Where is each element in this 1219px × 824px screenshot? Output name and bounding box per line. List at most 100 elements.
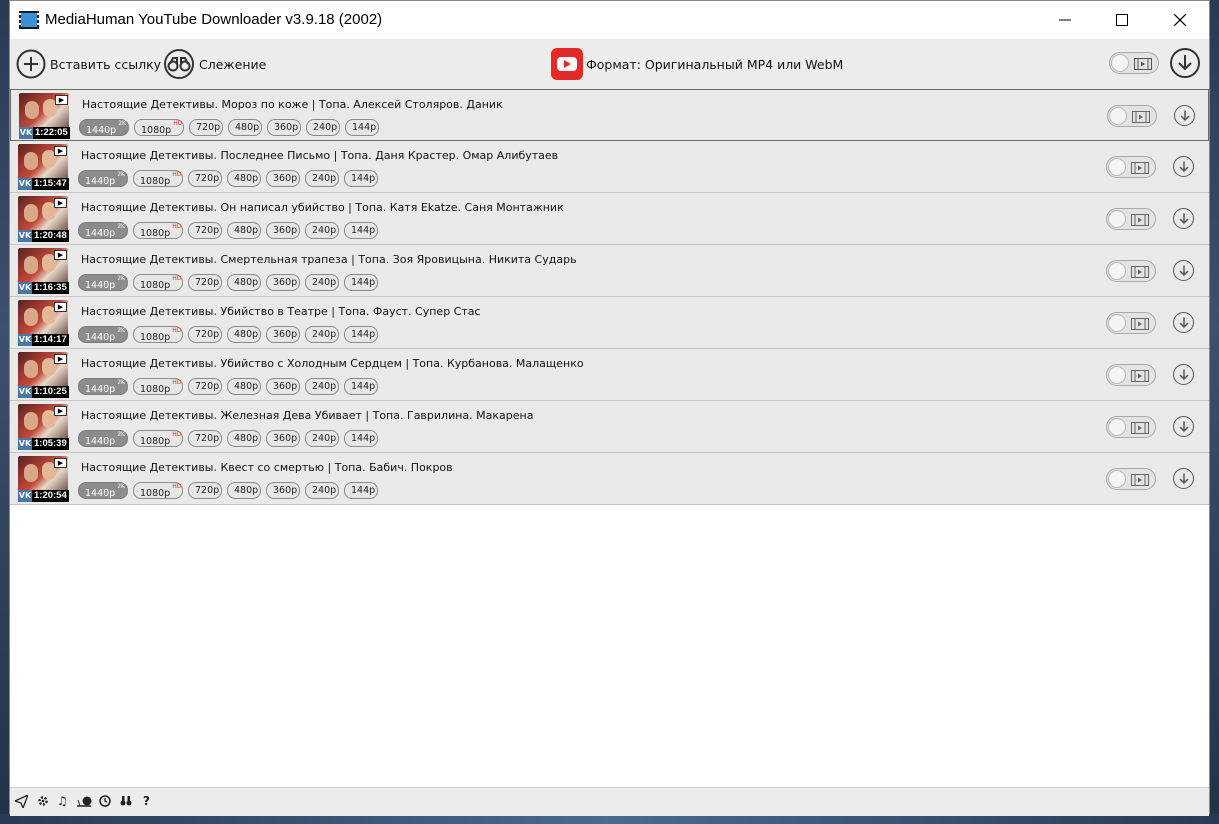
- quality-360p-chip[interactable]: 360p: [266, 274, 300, 291]
- quality-1080p-chip[interactable]: 1080pHD: [133, 430, 183, 447]
- quality-1440p-chip[interactable]: 1440p2K: [78, 274, 128, 291]
- quality-360p-chip[interactable]: 360p: [267, 119, 301, 136]
- video-toggle[interactable]: [1106, 312, 1156, 334]
- quality-720p-chip[interactable]: 720p: [188, 274, 222, 291]
- quality-240p-chip[interactable]: 240p: [305, 222, 339, 239]
- quality-1080p-chip[interactable]: 1080pHD: [133, 222, 183, 239]
- download-button[interactable]: [1173, 156, 1194, 177]
- quality-144p-chip[interactable]: 144p: [344, 378, 378, 395]
- quality-480p-chip[interactable]: 480p: [227, 326, 261, 343]
- quality-144p-chip[interactable]: 144p: [344, 430, 378, 447]
- quality-1440p-chip[interactable]: 1440p2K: [78, 378, 128, 395]
- quality-1440p-chip[interactable]: 1440p2K: [78, 482, 128, 499]
- quality-720p-chip[interactable]: 720p: [188, 222, 222, 239]
- quality-144p-chip[interactable]: 144p: [344, 274, 378, 291]
- quality-480p-chip[interactable]: 480p: [227, 222, 261, 239]
- quality-1440p-chip[interactable]: 1440p2K: [78, 170, 128, 187]
- global-video-toggle[interactable]: [1109, 52, 1159, 74]
- download-button[interactable]: [1173, 416, 1194, 437]
- quality-144p-chip[interactable]: 144p: [344, 326, 378, 343]
- quality-1440p-chip[interactable]: 1440p2K: [78, 222, 128, 239]
- list-item[interactable]: ▶ VK 1:20:48 Настоящие Детективы. Он написа…: [10, 193, 1209, 245]
- quality-1440p-chip[interactable]: 1440p2K: [79, 119, 129, 136]
- download-button[interactable]: [1173, 364, 1194, 385]
- quality-240p-chip[interactable]: 240p: [306, 119, 340, 136]
- quality-360p-chip[interactable]: 360p: [266, 170, 300, 187]
- music-icon[interactable]: ♫: [57, 794, 68, 808]
- format-selector[interactable]: Формат: Оригинальный MP4 или WebM: [551, 48, 843, 80]
- badge-2k: 2K: [118, 120, 126, 127]
- quality-144p-chip[interactable]: 144p: [345, 119, 379, 136]
- list-item[interactable]: ▶ VK 1:20:54 Настоящие Детективы. Квест со …: [10, 453, 1209, 505]
- quality-480p-chip[interactable]: 480p: [227, 430, 261, 447]
- duration-label: 1:10:25: [32, 386, 69, 398]
- quality-1080p-chip[interactable]: 1080pHD: [133, 170, 183, 187]
- quality-480p-chip[interactable]: 480p: [227, 482, 261, 499]
- video-toggle[interactable]: [1107, 105, 1157, 127]
- toggle-knob: [1111, 54, 1129, 72]
- video-toggle[interactable]: [1106, 156, 1156, 178]
- video-toggle[interactable]: [1106, 364, 1156, 386]
- list-item[interactable]: ▶ VK 1:22:05 Настоящие Детективы. Мороз по …: [10, 89, 1209, 141]
- download-all-button[interactable]: [1170, 48, 1200, 78]
- quality-1080p-chip[interactable]: 1080pHD: [134, 119, 184, 136]
- quality-240p-chip[interactable]: 240p: [305, 482, 339, 499]
- quality-240p-chip[interactable]: 240p: [305, 430, 339, 447]
- download-button[interactable]: [1173, 208, 1194, 229]
- quality-1440p-chip[interactable]: 1440p2K: [78, 430, 128, 447]
- quality-360p-chip[interactable]: 360p: [266, 326, 300, 343]
- quality-360p-chip[interactable]: 360p: [266, 430, 300, 447]
- quality-480p-chip[interactable]: 480p: [227, 378, 261, 395]
- quality-480p-chip[interactable]: 480p: [227, 274, 261, 291]
- quality-720p-chip[interactable]: 720p: [188, 326, 222, 343]
- close-button[interactable]: [1151, 1, 1209, 39]
- quality-144p-chip[interactable]: 144p: [344, 222, 378, 239]
- quality-1080p-chip[interactable]: 1080pHD: [133, 326, 183, 343]
- video-toggle[interactable]: [1106, 260, 1156, 282]
- video-toggle[interactable]: [1106, 416, 1156, 438]
- quality-360p-chip[interactable]: 360p: [266, 378, 300, 395]
- clock-icon[interactable]: [99, 795, 111, 807]
- download-icon: [1178, 369, 1189, 380]
- quality-720p-chip[interactable]: 720p: [189, 119, 223, 136]
- minimize-button[interactable]: [1036, 1, 1094, 39]
- quality-240p-chip[interactable]: 240p: [305, 274, 339, 291]
- tracking-button[interactable]: Слежение: [163, 49, 266, 79]
- quality-360p-chip[interactable]: 360p: [266, 482, 300, 499]
- download-button[interactable]: [1173, 468, 1194, 489]
- list-item[interactable]: ▶ VK 1:15:47 Настоящие Детективы. Последнее…: [10, 141, 1209, 193]
- list-item[interactable]: ▶ VK 1:05:39 Настоящие Детективы. Железная …: [10, 401, 1209, 453]
- video-toggle[interactable]: [1106, 468, 1156, 490]
- quality-240p-chip[interactable]: 240p: [305, 326, 339, 343]
- quality-720p-chip[interactable]: 720p: [188, 170, 222, 187]
- quality-360p-chip[interactable]: 360p: [266, 222, 300, 239]
- help-icon[interactable]: ?: [143, 794, 150, 808]
- paste-link-button[interactable]: Вставить ссылку: [16, 49, 161, 79]
- send-icon[interactable]: [15, 795, 28, 808]
- gear-icon[interactable]: [37, 795, 49, 807]
- quality-label: 1440p: [85, 332, 116, 344]
- quality-720p-chip[interactable]: 720p: [188, 482, 222, 499]
- snail-icon[interactable]: [77, 795, 93, 807]
- quality-240p-chip[interactable]: 240p: [305, 378, 339, 395]
- quality-1080p-chip[interactable]: 1080pHD: [133, 482, 183, 499]
- quality-480p-chip[interactable]: 480p: [227, 170, 261, 187]
- list-item[interactable]: ▶ VK 1:10:25 Настоящие Детективы. Убийство …: [10, 349, 1209, 401]
- video-toggle[interactable]: [1106, 208, 1156, 230]
- list-item[interactable]: ▶ VK 1:16:35 Настоящие Детективы. Смертельн…: [10, 245, 1209, 297]
- download-button[interactable]: [1174, 105, 1195, 126]
- quality-1080p-chip[interactable]: 1080pHD: [133, 274, 183, 291]
- quality-1080p-chip[interactable]: 1080pHD: [133, 378, 183, 395]
- download-button[interactable]: [1173, 312, 1194, 333]
- binoculars-small-icon[interactable]: [120, 795, 132, 807]
- maximize-button[interactable]: [1093, 1, 1151, 39]
- download-button[interactable]: [1173, 260, 1194, 281]
- quality-720p-chip[interactable]: 720p: [188, 430, 222, 447]
- quality-240p-chip[interactable]: 240p: [305, 170, 339, 187]
- quality-144p-chip[interactable]: 144p: [344, 170, 378, 187]
- quality-480p-chip[interactable]: 480p: [228, 119, 262, 136]
- quality-1440p-chip[interactable]: 1440p2K: [78, 326, 128, 343]
- list-item[interactable]: ▶ VK 1:14:17 Настоящие Детективы. Убийство …: [10, 297, 1209, 349]
- quality-720p-chip[interactable]: 720p: [188, 378, 222, 395]
- quality-144p-chip[interactable]: 144p: [344, 482, 378, 499]
